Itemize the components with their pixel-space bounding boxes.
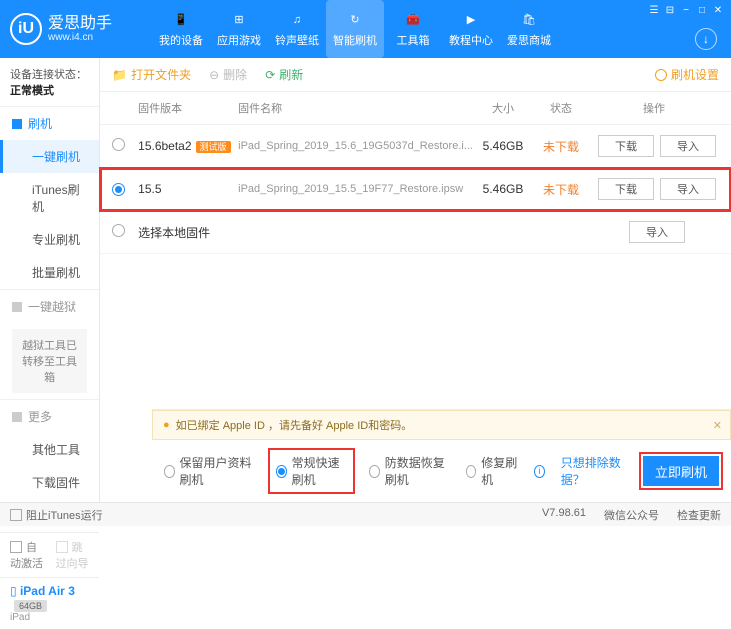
delete-button[interactable]: ⊖删除	[209, 66, 247, 83]
sidebar-item-pro-flash[interactable]: 专业刷机	[0, 223, 99, 256]
toolbox-icon: 🧰	[404, 11, 422, 29]
jailbreak-note: 越狱工具已转移至工具箱	[12, 329, 87, 393]
exclude-data-link[interactable]: 只想排除数据？	[561, 454, 627, 488]
store-icon: 🛍	[520, 11, 538, 29]
firmware-row[interactable]: 15.6beta2测试版 iPad_Spring_2019_15.6_19G50…	[100, 125, 731, 168]
col-size: 大小	[473, 100, 533, 116]
warning-icon: ●	[163, 419, 170, 431]
flash-now-button[interactable]: 立即刷机	[643, 456, 719, 486]
nav-apps[interactable]: ⊞应用游戏	[210, 0, 268, 58]
flash-icon: ↻	[346, 11, 364, 29]
sidebar-item-batch-flash[interactable]: 批量刷机	[0, 256, 99, 289]
download-button[interactable]: 下载	[598, 135, 654, 157]
delete-icon: ⊖	[209, 68, 219, 82]
gear-icon	[655, 69, 667, 81]
sidebar-item-other-tools[interactable]: 其他工具	[0, 433, 99, 466]
download-button[interactable]: 下载	[598, 178, 654, 200]
warning-bar: ● 如已绑定 Apple ID ，请先备好 Apple ID和密码。 ✕	[152, 410, 731, 440]
info-icon[interactable]: i	[534, 465, 545, 478]
import-button[interactable]: 导入	[660, 135, 716, 157]
nav-ringtone[interactable]: ♫铃声壁纸	[268, 0, 326, 58]
square-icon	[12, 302, 22, 312]
app-title: 爱思助手	[48, 15, 112, 33]
app-url: www.i4.cn	[48, 32, 112, 43]
close-warning-icon[interactable]: ✕	[713, 419, 722, 432]
menu-icon[interactable]: ☰	[647, 4, 661, 16]
download-manager-icon[interactable]: ↓	[695, 28, 717, 50]
col-version: 固件版本	[138, 100, 238, 116]
sidebar-flash-header[interactable]: 刷机	[0, 107, 99, 140]
flash-settings-button[interactable]: 刷机设置	[655, 66, 719, 83]
import-button[interactable]: 导入	[629, 221, 685, 243]
sidebar-jailbreak-header[interactable]: 一键越狱	[0, 290, 99, 323]
mode-normal[interactable]: 常规快速刷机	[270, 450, 353, 492]
sidebar-item-oneclick-flash[interactable]: 一键刷机	[0, 140, 99, 173]
connection-status: 设备连接状态：正常模式	[0, 58, 99, 106]
nav-my-device[interactable]: 📱我的设备	[152, 0, 210, 58]
refresh-icon: ⟳	[265, 68, 275, 82]
sidebar-more-header[interactable]: 更多	[0, 400, 99, 433]
check-update-link[interactable]: 检查更新	[677, 507, 721, 523]
square-icon	[12, 119, 22, 129]
firmware-row[interactable]: 15.5 iPad_Spring_2019_15.5_19F77_Restore…	[100, 168, 731, 211]
tutorial-icon: ▶	[462, 11, 480, 29]
lock-icon[interactable]: ⊟	[663, 4, 677, 16]
minimize-icon[interactable]: −	[679, 4, 693, 16]
device-icon: 📱	[172, 11, 190, 29]
sidebar-item-itunes-flash[interactable]: iTunes刷机	[0, 173, 99, 223]
block-itunes-checkbox[interactable]: 阻止iTunes运行	[10, 507, 103, 523]
mode-repair[interactable]: 修复刷机	[466, 454, 518, 488]
nav-store[interactable]: 🛍爱思商城	[500, 0, 558, 58]
col-status: 状态	[533, 100, 589, 116]
radio-icon[interactable]	[112, 138, 125, 151]
radio-icon[interactable]	[112, 224, 125, 237]
folder-icon: 📁	[112, 68, 127, 82]
skip-guide-checkbox[interactable]: 跳过向导	[56, 539, 90, 571]
open-folder-button[interactable]: 📁打开文件夹	[112, 66, 191, 83]
device-card[interactable]: ▯ iPad Air 364GB iPad	[0, 577, 99, 629]
mode-keep-data[interactable]: 保留用户资料刷机	[164, 454, 254, 488]
col-ops: 操作	[589, 100, 719, 116]
apps-icon: ⊞	[230, 11, 248, 29]
nav-toolbox[interactable]: 🧰工具箱	[384, 0, 442, 58]
nav-flash[interactable]: ↻智能刷机	[326, 0, 384, 58]
import-button[interactable]: 导入	[660, 178, 716, 200]
tablet-icon: ▯	[10, 584, 17, 598]
close-icon[interactable]: ✕	[711, 4, 725, 16]
nav-tutorial[interactable]: ▶教程中心	[442, 0, 500, 58]
version-label: V7.98.61	[542, 507, 586, 523]
refresh-button[interactable]: ⟳刷新	[265, 66, 303, 83]
radio-icon[interactable]	[112, 183, 125, 196]
sidebar-item-download-fw[interactable]: 下载固件	[0, 466, 99, 499]
app-logo-icon: iU	[10, 13, 42, 45]
square-icon	[12, 412, 22, 422]
auto-activate-checkbox[interactable]: 自动激活	[10, 539, 44, 571]
mode-recovery[interactable]: 防数据恢复刷机	[369, 454, 450, 488]
wechat-link[interactable]: 微信公众号	[604, 507, 659, 523]
maximize-icon[interactable]: □	[695, 4, 709, 16]
col-name: 固件名称	[238, 100, 473, 116]
ringtone-icon: ♫	[288, 11, 306, 29]
local-firmware-row[interactable]: 选择本地固件 导入	[100, 211, 731, 254]
